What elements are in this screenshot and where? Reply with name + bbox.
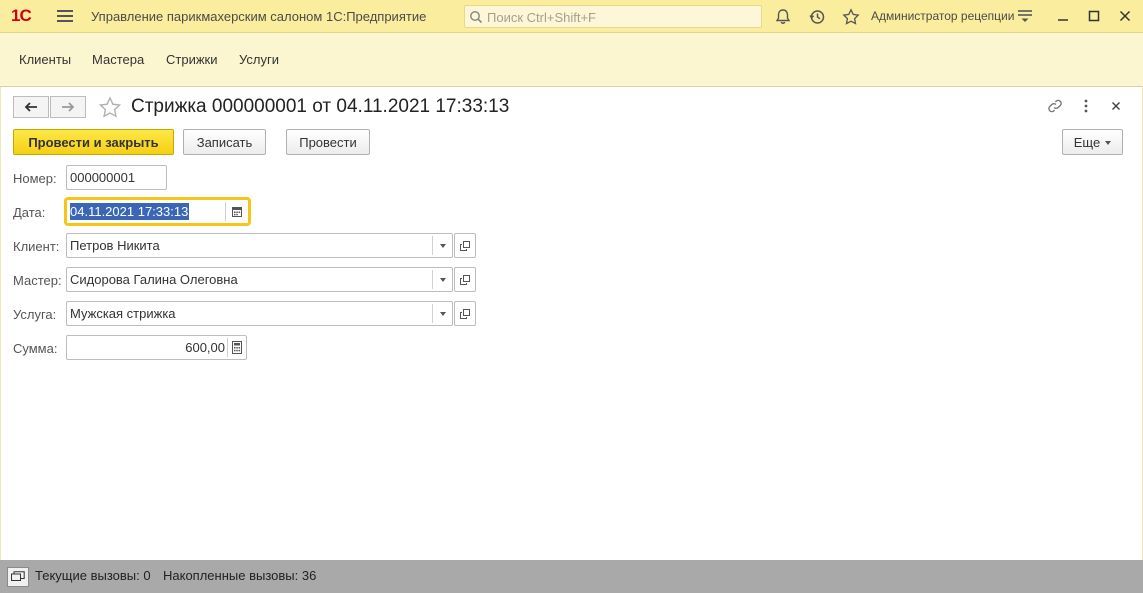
monitor-icon [11,571,25,581]
minimize-icon[interactable] [1055,8,1071,24]
close-window-icon[interactable] [1117,8,1133,24]
service-separator [432,304,433,323]
favorites-star-icon[interactable] [842,8,860,26]
back-button[interactable] [13,96,49,118]
current-calls: Текущие вызовы: 0 [35,568,151,583]
client-dropdown-icon[interactable] [440,244,446,248]
section-haircuts[interactable]: Стрижки [166,52,217,67]
number-input[interactable] [70,169,164,186]
date-input[interactable] [70,203,189,220]
client-label: Клиент: [13,239,60,254]
more-button[interactable]: Еще [1062,129,1123,155]
status-bar: Текущие вызовы: 0 Накопленные вызовы: 36 [0,560,1143,593]
client-input[interactable] [70,237,430,254]
sum-field[interactable] [66,335,247,360]
client-open-button[interactable] [454,233,476,258]
close-form-icon[interactable] [1108,98,1124,114]
title-bar: 1С Управление парикмахерским салоном 1С:… [0,0,1143,33]
open-icon [460,275,470,285]
arrow-left-icon [24,102,37,112]
master-field[interactable] [66,267,453,292]
calculator-icon[interactable] [232,341,242,354]
search-icon [470,11,483,24]
accumulated-calls: Накопленные вызовы: 36 [163,568,317,583]
section-masters[interactable]: Мастера [92,52,144,67]
client-separator [432,236,433,255]
arrow-right-icon [62,102,75,112]
notifications-bell-icon[interactable] [774,8,792,26]
app-title: Управление парикмахерским салоном 1С:Пре… [91,9,427,24]
master-label: Мастер: [13,273,62,288]
sum-label: Сумма: [13,341,58,356]
search-box[interactable] [464,5,762,28]
master-separator [432,270,433,289]
sum-separator [227,338,228,357]
sum-input[interactable] [70,339,225,356]
number-label: Номер: [13,171,57,186]
number-field[interactable] [66,165,167,190]
date-field[interactable] [64,197,251,226]
calendar-icon[interactable] [232,206,242,217]
forward-button[interactable] [50,96,86,118]
save-button[interactable]: Записать [183,129,266,155]
more-actions-icon[interactable] [1078,98,1094,114]
more-button-label: Еще [1073,134,1101,150]
app-logo: 1С [11,6,32,25]
section-services[interactable]: Услуги [239,52,279,67]
service-input[interactable] [70,305,430,322]
open-icon [460,309,470,319]
post-button[interactable]: Провести [286,129,370,155]
current-user[interactable]: Администратор рецепции [871,9,1014,23]
search-input[interactable] [485,8,759,27]
post-and-close-button[interactable]: Провести и закрыть [13,129,174,155]
link-icon[interactable] [1047,98,1063,114]
chevron-down-icon [1105,141,1112,146]
service-label: Услуга: [13,307,57,322]
main-menu-icon[interactable] [57,8,73,24]
history-icon[interactable] [808,8,826,26]
date-separator [225,202,226,221]
master-dropdown-icon[interactable] [440,278,446,282]
section-clients[interactable]: Клиенты [19,52,71,67]
client-field[interactable] [66,233,453,258]
status-panel-button[interactable] [7,567,29,587]
maximize-icon[interactable] [1086,8,1102,24]
form-title: Стрижка 000000001 от 04.11.2021 17:33:13 [131,96,510,117]
sections-panel: Клиенты Мастера Стрижки Услуги [0,33,1143,87]
add-to-favorites-star-icon[interactable] [98,96,122,120]
master-open-button[interactable] [454,267,476,292]
settings-menu-icon[interactable] [1017,8,1033,24]
service-dropdown-icon[interactable] [440,312,446,316]
open-icon [460,241,470,251]
service-field[interactable] [66,301,453,326]
service-open-button[interactable] [454,301,476,326]
date-label: Дата: [13,205,46,220]
master-input[interactable] [70,271,430,288]
